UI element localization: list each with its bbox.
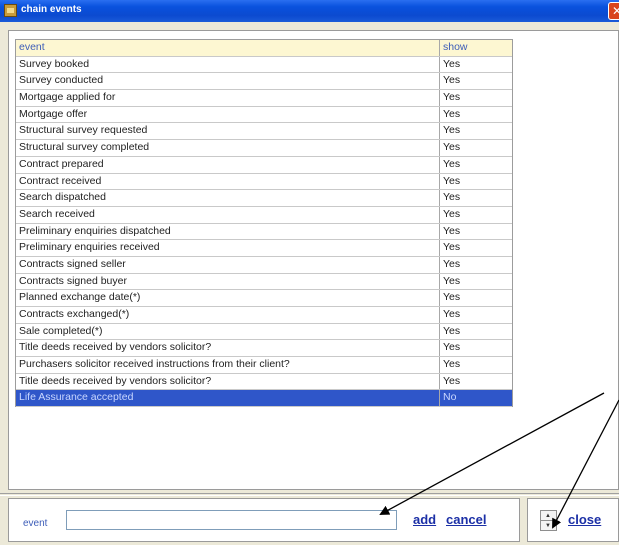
show-cell: Yes	[443, 157, 461, 170]
add-event-panel: event add cancel	[8, 498, 520, 542]
show-cell: Yes	[443, 341, 461, 354]
event-cell: Planned exchange date(*)	[16, 290, 440, 306]
table-row[interactable]: Preliminary enquiries dispatched Yes	[16, 223, 512, 241]
add-link[interactable]: add	[413, 512, 436, 527]
event-cell: Survey booked	[16, 56, 440, 73]
event-cell: Preliminary enquiries received	[16, 240, 440, 256]
show-cell: Yes	[443, 124, 461, 137]
event-cell: Mortgage offer	[16, 106, 440, 123]
table-row[interactable]: Title deeds received by vendors solicito…	[16, 340, 512, 358]
event-cell: Contracts signed seller	[16, 256, 440, 273]
show-cell: Yes	[443, 324, 461, 337]
event-cell: Contracts exchanged(*)	[16, 307, 440, 323]
event-cell: Mortgage applied for	[16, 90, 440, 106]
table-row[interactable]: Contract received Yes	[16, 173, 512, 191]
window-title: chain events	[21, 4, 82, 15]
show-cell: Yes	[443, 274, 461, 287]
show-cell: Yes	[443, 174, 461, 187]
table-row[interactable]: Contracts exchanged(*) Yes	[16, 307, 512, 324]
event-cell: Contract prepared	[16, 156, 440, 173]
table-row[interactable]: Survey conducted Yes	[16, 73, 512, 91]
table-row[interactable]: Title deeds received by vendors solicito…	[16, 373, 512, 391]
show-cell: Yes	[443, 291, 461, 304]
table-row[interactable]: Contracts signed seller Yes	[16, 256, 512, 274]
table-row[interactable]: Search dispatched Yes	[16, 190, 512, 207]
event-cell: Search received	[16, 206, 440, 223]
event-cell: Structural survey requested	[16, 123, 440, 140]
column-header-event[interactable]: event	[16, 40, 440, 56]
cancel-link[interactable]: cancel	[446, 512, 486, 527]
table-row[interactable]: Survey booked Yes	[16, 56, 512, 74]
table-header: event show	[16, 40, 512, 57]
title-bar[interactable]: chain events ✕	[0, 0, 619, 22]
column-header-show[interactable]: show	[440, 40, 512, 56]
chain-events-window: chain events ✕ event show Survey booked Y…	[0, 0, 619, 545]
close-panel: ▲ ▼ close	[527, 498, 619, 542]
table-row[interactable]: Purchasers solicitor received instructio…	[16, 357, 512, 374]
show-cell: Yes	[443, 141, 461, 154]
event-cell: Structural survey completed	[16, 140, 440, 156]
event-cell: Contracts signed buyer	[16, 273, 440, 290]
table-row[interactable]: Contract prepared Yes	[16, 156, 512, 174]
table-row[interactable]: Sale completed(*) Yes	[16, 323, 512, 341]
show-cell: Yes	[443, 207, 461, 220]
event-cell: Purchasers solicitor received instructio…	[16, 357, 440, 373]
table-row[interactable]: Mortgage offer Yes	[16, 106, 512, 124]
event-cell: Preliminary enquiries dispatched	[16, 223, 440, 240]
window-close-button[interactable]: ✕	[608, 2, 619, 20]
events-table: event show Survey booked Yes Survey conduc…	[15, 39, 513, 408]
event-cell: Title deeds received by vendors solicito…	[16, 340, 440, 357]
event-cell: Title deeds received by vendors solicito…	[16, 373, 440, 390]
event-cell: Survey conducted	[16, 73, 440, 90]
show-cell: Yes	[443, 91, 461, 104]
table-row[interactable]: Contracts signed buyer Yes	[16, 273, 512, 291]
event-cell: Sale completed(*)	[16, 323, 440, 340]
spin-down-icon[interactable]: ▼	[545, 523, 551, 529]
table-row[interactable]: Life Assurance accepted No	[16, 390, 512, 408]
show-cell: Yes	[443, 241, 461, 254]
show-cell: Yes	[443, 374, 461, 387]
show-cell: Yes	[443, 358, 461, 371]
event-input[interactable]	[66, 510, 397, 530]
table-row[interactable]: Structural survey completed Yes	[16, 140, 512, 157]
show-cell: Yes	[443, 57, 461, 70]
event-cell: Life Assurance accepted	[16, 390, 440, 407]
table-row[interactable]: Structural survey requested Yes	[16, 123, 512, 141]
table-row[interactable]: Preliminary enquiries received Yes	[16, 240, 512, 257]
show-cell: Yes	[443, 107, 461, 120]
show-cell: Yes	[443, 308, 461, 320]
divider	[0, 493, 619, 496]
show-cell: Yes	[443, 257, 461, 270]
events-panel: event show Survey booked Yes Survey conduc…	[8, 30, 619, 490]
show-cell: No	[443, 391, 457, 404]
table-row[interactable]: Search received Yes	[16, 206, 512, 224]
spin-control[interactable]: ▲ ▼	[540, 510, 557, 531]
show-cell: Yes	[443, 74, 461, 87]
spin-up-icon[interactable]: ▲	[545, 513, 551, 519]
event-cell: Search dispatched	[16, 190, 440, 206]
show-cell: Yes	[443, 224, 461, 237]
close-link[interactable]: close	[568, 512, 601, 527]
app-icon	[4, 4, 17, 17]
event-label: event	[23, 518, 48, 529]
show-cell: Yes	[443, 191, 461, 204]
table-row[interactable]: Mortgage applied for Yes	[16, 90, 512, 107]
table-row[interactable]: Planned exchange date(*) Yes	[16, 290, 512, 307]
event-cell: Contract received	[16, 173, 440, 190]
